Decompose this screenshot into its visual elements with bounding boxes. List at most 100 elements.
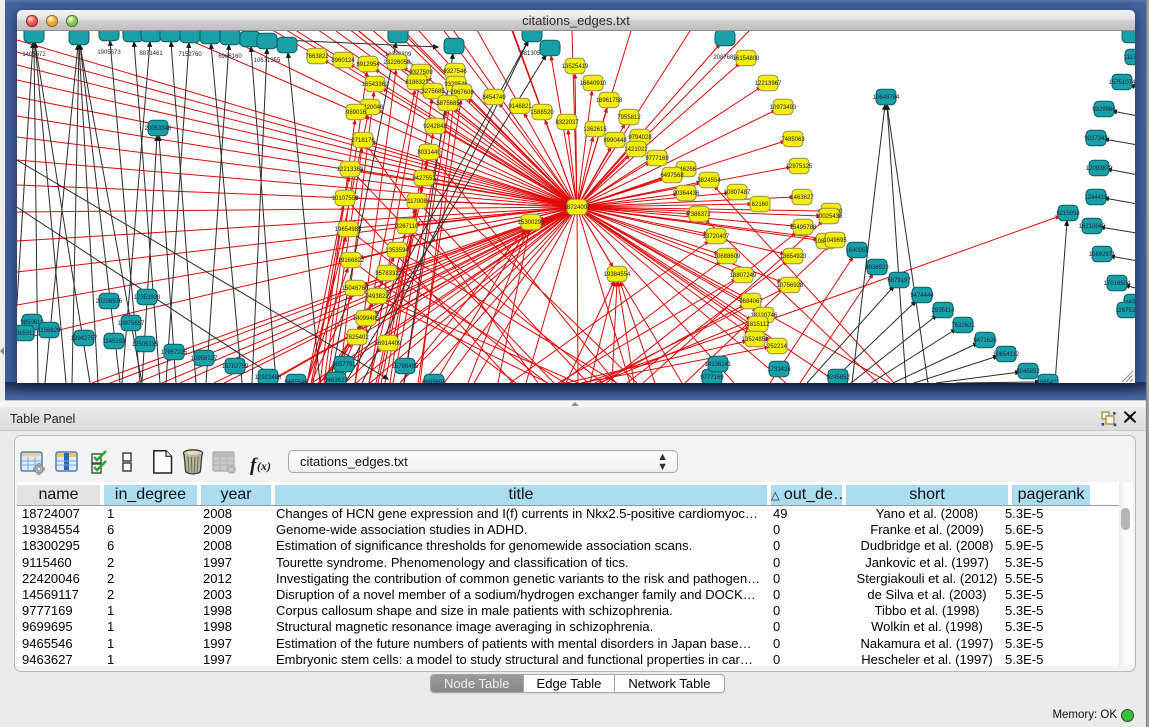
svg-text:(x): (x) [257, 459, 271, 473]
svg-text:10671355: 10671355 [254, 58, 281, 64]
svg-text:14099485: 14099485 [353, 316, 380, 322]
svg-text:117008: 117008 [407, 199, 427, 205]
svg-text:8912954: 8912954 [356, 62, 380, 68]
svg-text:9684067: 9684067 [739, 299, 763, 305]
svg-text:10107550: 10107550 [332, 196, 359, 202]
svg-text:9146821: 9146821 [508, 104, 532, 110]
svg-text:9245852: 9245852 [826, 375, 850, 381]
svg-text:10756928: 10756928 [777, 283, 804, 289]
svg-text:15046766: 15046766 [342, 286, 369, 292]
svg-text:12213363: 12213363 [337, 167, 364, 173]
svg-text:12213967: 12213967 [755, 81, 782, 87]
svg-text:9493822: 9493822 [365, 294, 389, 300]
svg-text:9227343: 9227343 [1084, 136, 1108, 142]
svg-text:18724007: 18724007 [564, 205, 591, 211]
svg-text:5875685: 5875685 [436, 101, 460, 107]
svg-text:10654112: 10654112 [993, 352, 1020, 358]
svg-text:8990448: 8990448 [603, 138, 627, 144]
svg-text:1065411: 1065411 [1037, 380, 1061, 383]
svg-text:15751074: 15751074 [1109, 80, 1135, 86]
svg-text:9578332: 9578332 [375, 271, 399, 277]
svg-text:8960124: 8960124 [331, 58, 355, 64]
svg-text:9474444: 9474444 [910, 293, 934, 299]
svg-text:1353594: 1353594 [385, 248, 409, 254]
svg-text:16154808: 16154808 [733, 56, 760, 62]
svg-text:62160: 62160 [752, 202, 769, 208]
svg-text:16640910: 16640910 [580, 81, 607, 87]
svg-text:19384554: 19384554 [604, 272, 631, 278]
svg-text:2935114: 2935114 [932, 308, 956, 314]
svg-text:8471626: 8471626 [973, 338, 997, 344]
svg-text:10807487: 10807487 [724, 190, 751, 196]
svg-text:20053346: 20053346 [145, 126, 172, 132]
svg-text:8938923: 8938923 [865, 265, 889, 271]
svg-text:17957225: 17957225 [161, 350, 188, 356]
svg-text:989016: 989016 [346, 110, 367, 116]
svg-text:1463627: 1463627 [790, 195, 814, 201]
svg-text:6497568: 6497568 [660, 173, 684, 179]
svg-text:1640952: 1640952 [845, 248, 869, 254]
svg-text:7386372: 7386372 [687, 212, 711, 218]
svg-text:9699695: 9699695 [422, 380, 446, 383]
svg-text:16543362: 16543362 [362, 82, 389, 88]
svg-text:23226058: 23226058 [384, 60, 411, 66]
svg-text:8031440: 8031440 [417, 150, 441, 156]
svg-text:6879197: 6879197 [887, 278, 911, 284]
svg-text:19654983: 19654983 [335, 227, 362, 233]
svg-text:18807249: 18807249 [730, 273, 757, 279]
svg-text:1362615: 1362615 [583, 127, 607, 133]
svg-text:9245852: 9245852 [1016, 369, 1040, 375]
svg-text:12505135: 12505135 [132, 342, 159, 348]
svg-text:16961758: 16961758 [596, 98, 623, 104]
svg-text:9463627: 9463627 [324, 378, 348, 383]
svg-text:12923468: 12923468 [255, 375, 282, 381]
svg-text:9465546: 9465546 [284, 380, 308, 383]
svg-text:2718176: 2718176 [351, 138, 375, 144]
svg-text:15300293: 15300293 [518, 220, 545, 226]
svg-text:17016504: 17016504 [1104, 281, 1131, 287]
svg-text:7152760: 7152760 [178, 52, 202, 58]
svg-text:7663822: 7663822 [305, 54, 329, 60]
svg-text:1815112: 1815112 [747, 322, 771, 328]
svg-text:15495788: 15495788 [790, 225, 817, 231]
svg-text:1421022: 1421022 [624, 147, 648, 153]
svg-text:12975125: 12975125 [786, 164, 813, 170]
svg-text:10958127: 10958127 [191, 356, 218, 362]
svg-text:19166822: 19166822 [338, 258, 365, 264]
svg-text:1405572: 1405572 [22, 52, 46, 58]
svg-text:17353928: 17353928 [134, 295, 161, 301]
svg-text:13524851: 13524851 [742, 337, 769, 343]
svg-text:7485063: 7485063 [781, 137, 805, 143]
svg-text:9857791: 9857791 [332, 362, 356, 368]
svg-text:8871461: 8871461 [139, 51, 163, 57]
svg-text:10975657: 10975657 [118, 321, 145, 327]
svg-text:7632621: 7632621 [951, 323, 975, 329]
svg-text:1244415: 1244415 [1084, 195, 1108, 201]
svg-text:20364436: 20364436 [673, 191, 700, 197]
svg-text:1117532: 1117532 [1124, 55, 1135, 61]
svg-text:12093872: 12093872 [1086, 166, 1113, 172]
svg-text:16914409: 16914409 [375, 341, 402, 347]
svg-text:13525419: 13525419 [562, 64, 589, 70]
svg-text:9242848: 9242848 [423, 124, 447, 130]
svg-text:7955812: 7955812 [617, 115, 641, 121]
svg-text:8322037: 8322037 [555, 120, 579, 126]
svg-text:9794028: 9794028 [628, 135, 652, 141]
svg-text:1733426: 1733426 [767, 367, 791, 373]
svg-text:7625402: 7625402 [345, 335, 369, 341]
svg-text:12942757: 12942757 [71, 336, 98, 342]
svg-text:1049695: 1049695 [823, 238, 847, 244]
svg-text:1156829: 1156829 [38, 328, 62, 334]
svg-text:3267110: 3267110 [396, 224, 420, 230]
svg-text:8454749: 8454749 [482, 95, 506, 101]
svg-text:10025438: 10025438 [816, 214, 843, 220]
svg-text:10973493: 10973493 [770, 105, 797, 111]
svg-text:8215958: 8215958 [1056, 211, 1080, 217]
svg-text:13654923: 13654923 [780, 254, 807, 260]
svg-text:3275685: 3275685 [421, 89, 445, 95]
svg-text:9777169: 9777169 [700, 375, 724, 381]
svg-text:9329966: 9329966 [1092, 107, 1116, 113]
svg-text:1905573: 1905573 [97, 50, 121, 56]
svg-text:15692971: 15692971 [1089, 252, 1116, 258]
svg-text:3915312: 3915312 [17, 331, 36, 337]
